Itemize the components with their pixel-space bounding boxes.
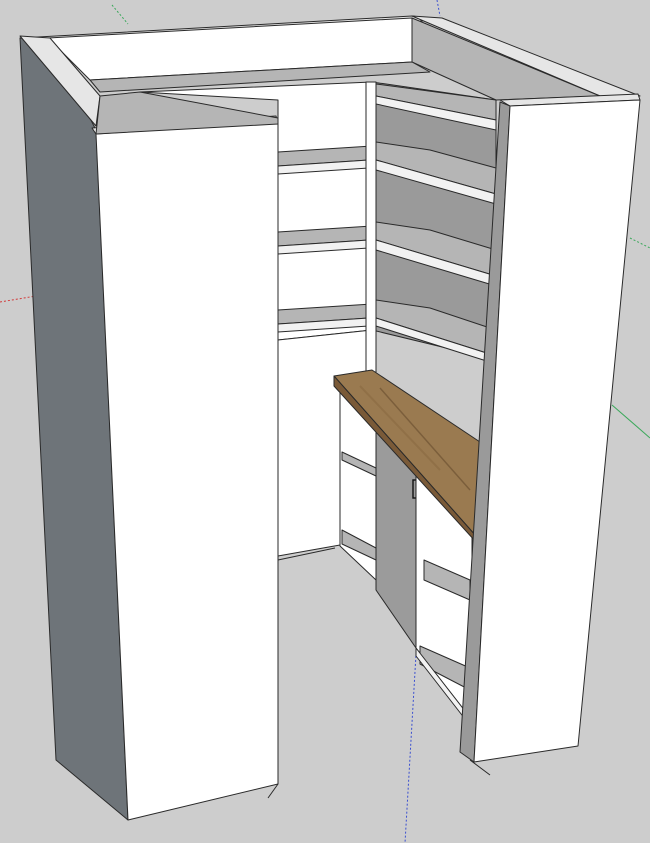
blue-axis-line-top xyxy=(436,0,441,17)
green-axis-line-right xyxy=(611,404,650,439)
green-axis-line-top xyxy=(111,4,129,25)
left-front-panel-face xyxy=(95,121,279,821)
sketchup-viewport[interactable] xyxy=(0,0,650,843)
red-axis-line xyxy=(0,295,37,303)
right-shelf-upright-front xyxy=(365,81,377,375)
top-right-board-inner xyxy=(411,17,601,101)
floor-edge-right xyxy=(469,759,491,776)
right-shelving xyxy=(365,81,497,375)
green-axis-line-right-top xyxy=(629,237,650,249)
3d-model-canvas[interactable] xyxy=(0,0,650,843)
